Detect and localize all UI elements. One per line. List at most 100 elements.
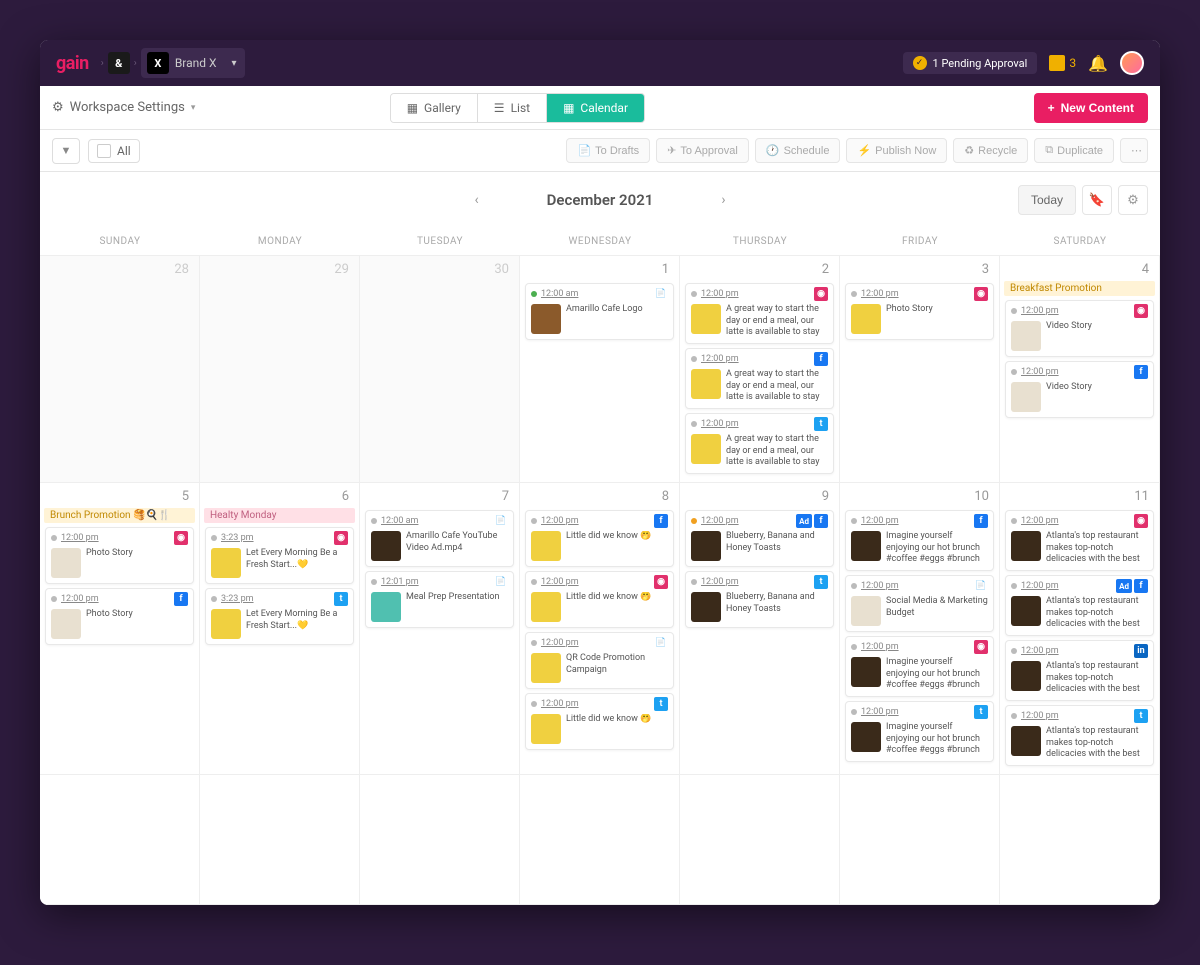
content-card[interactable]: 12:00 pm📄QR Code Promotion Campaign bbox=[525, 632, 674, 689]
promotion-bar[interactable]: Brunch Promotion 🥞🍳🍴 bbox=[44, 508, 195, 523]
day-of-week: TUESDAY bbox=[360, 228, 520, 255]
calendar-cell[interactable]: 30 bbox=[360, 256, 520, 483]
status-dot bbox=[851, 583, 857, 589]
next-month-button[interactable]: › bbox=[713, 188, 733, 212]
calendar-cell[interactable]: 5Brunch Promotion 🥞🍳🍴12:00 pm◉Photo Stor… bbox=[40, 483, 200, 775]
content-card[interactable]: 12:00 pmtLittle did we know 🤭 bbox=[525, 693, 674, 750]
filter-button[interactable]: ▼ bbox=[52, 138, 80, 164]
toolbar-action-schedule[interactable]: 🕐Schedule bbox=[755, 138, 841, 163]
promotion-bar[interactable]: Breakfast Promotion bbox=[1004, 281, 1155, 296]
content-card[interactable]: 12:00 pminAtlanta's top restaurant makes… bbox=[1005, 640, 1154, 701]
content-card[interactable]: 12:00 pmfVideo Story bbox=[1005, 361, 1154, 418]
avatar[interactable] bbox=[1120, 51, 1144, 75]
content-card[interactable]: 12:00 pm◉Video Story bbox=[1005, 300, 1154, 357]
bookmark-button[interactable]: 🔖 bbox=[1082, 185, 1112, 215]
content-card[interactable]: 12:00 am📄Amarillo Cafe Logo bbox=[525, 283, 674, 340]
today-button[interactable]: Today bbox=[1018, 185, 1076, 215]
toolbar-action-duplicate[interactable]: ⧉Duplicate bbox=[1034, 138, 1114, 163]
calendar-cell[interactable] bbox=[520, 775, 680, 905]
content-card[interactable]: 12:00 pmfImagine yourself enjoying our h… bbox=[845, 510, 994, 571]
facebook-icon: f bbox=[654, 514, 668, 528]
content-card[interactable]: 12:00 pmtBlueberry, Banana and Honey Toa… bbox=[685, 571, 834, 628]
pending-approval-badge[interactable]: ✓ 1 Pending Approval bbox=[903, 52, 1038, 74]
status-dot bbox=[691, 291, 697, 297]
card-time: 12:00 pm bbox=[1021, 581, 1059, 591]
status-dot bbox=[1011, 583, 1017, 589]
tasks-badge[interactable]: 3 bbox=[1049, 55, 1076, 71]
toolbar-action-recycle[interactable]: ♻Recycle bbox=[953, 138, 1028, 163]
calendar-cell[interactable] bbox=[840, 775, 1000, 905]
content-card[interactable]: 12:00 pm📄Social Media & Marketing Budget bbox=[845, 575, 994, 632]
calendar-cell[interactable]: 112:00 am📄Amarillo Cafe Logo bbox=[520, 256, 680, 483]
content-card[interactable]: 12:00 pmfPhoto Story bbox=[45, 588, 194, 645]
tab-gallery[interactable]: ▦Gallery bbox=[391, 94, 478, 122]
calendar-cell[interactable] bbox=[1000, 775, 1160, 905]
calendar-cell[interactable]: 312:00 pm◉Photo Story bbox=[840, 256, 1000, 483]
content-card[interactable]: 12:00 pm◉Imagine yourself enjoying our h… bbox=[845, 636, 994, 697]
content-card[interactable]: 12:00 pm◉Atlanta's top restaurant makes … bbox=[1005, 510, 1154, 571]
tab-calendar[interactable]: ▦Calendar bbox=[547, 94, 644, 122]
calendar-cell[interactable]: 212:00 pm◉A great way to start the day o… bbox=[680, 256, 840, 483]
thumbnail bbox=[691, 304, 721, 334]
calendar-grid: 282930112:00 am📄Amarillo Cafe Logo212:00… bbox=[40, 256, 1160, 905]
ad-icon: Ad bbox=[1116, 579, 1132, 593]
content-card[interactable]: 12:00 pmtA great way to start the day or… bbox=[685, 413, 834, 474]
calendar-cell[interactable]: 712:00 am📄Amarillo Cafe YouTube Video Ad… bbox=[360, 483, 520, 775]
more-button[interactable]: ⋯ bbox=[1120, 138, 1148, 163]
content-card[interactable]: 12:00 pmAdfBlueberry, Banana and Honey T… bbox=[685, 510, 834, 567]
status-dot bbox=[1011, 648, 1017, 654]
content-card[interactable]: 12:00 pmfLittle did we know 🤭 bbox=[525, 510, 674, 567]
content-card[interactable]: 12:00 pmfA great way to start the day or… bbox=[685, 348, 834, 409]
calendar-cell[interactable] bbox=[200, 775, 360, 905]
content-card[interactable]: 12:00 pm◉Photo Story bbox=[845, 283, 994, 340]
workspace-settings[interactable]: ⚙ Workspace Settings ▾ bbox=[52, 100, 195, 115]
calendar-cell[interactable]: 912:00 pmAdfBlueberry, Banana and Honey … bbox=[680, 483, 840, 775]
card-text: A great way to start the day or end a me… bbox=[726, 304, 828, 338]
toolbar: ▼ All 📄To Drafts✈To Approval🕐Schedule⚡Pu… bbox=[40, 130, 1160, 172]
promotion-bar[interactable]: Healty Monday bbox=[204, 508, 355, 523]
calendar-cell[interactable]: 1012:00 pmfImagine yourself enjoying our… bbox=[840, 483, 1000, 775]
content-card[interactable]: 12:00 pmtImagine yourself enjoying our h… bbox=[845, 701, 994, 762]
day-of-week-row: SUNDAYMONDAYTUESDAYWEDNESDAYTHURSDAYFRID… bbox=[40, 228, 1160, 256]
calendar-cell[interactable] bbox=[40, 775, 200, 905]
toolbar-action-publish-now[interactable]: ⚡Publish Now bbox=[846, 138, 947, 163]
content-card[interactable]: 3:23 pmtLet Every Morning Be a Fresh Sta… bbox=[205, 588, 354, 645]
instagram-icon: ◉ bbox=[814, 287, 828, 301]
plus-icon: + bbox=[1048, 101, 1055, 115]
calendar-cell[interactable]: 1112:00 pm◉Atlanta's top restaurant make… bbox=[1000, 483, 1160, 775]
day-number: 4 bbox=[1004, 260, 1155, 279]
card-time: 12:00 pm bbox=[541, 699, 579, 709]
tab-list[interactable]: ☰List bbox=[478, 94, 547, 122]
content-card[interactable]: 12:00 pm◉Photo Story bbox=[45, 527, 194, 584]
toolbar-action-to-drafts[interactable]: 📄To Drafts bbox=[566, 138, 650, 163]
brand-selector[interactable]: X Brand X bbox=[141, 48, 245, 78]
prev-month-button[interactable]: ‹ bbox=[466, 188, 486, 212]
calendar-cell[interactable]: 4 Breakfast Promotion 12:00 pm◉Video Story… bbox=[1000, 256, 1160, 483]
content-card[interactable]: 12:00 pm◉A great way to start the day or… bbox=[685, 283, 834, 344]
content-card[interactable]: 12:00 pmAdfAtlanta's top restaurant make… bbox=[1005, 575, 1154, 636]
settings-button[interactable]: ⚙ bbox=[1118, 185, 1148, 215]
toolbar-action-to-approval[interactable]: ✈To Approval bbox=[656, 138, 749, 163]
thumbnail bbox=[1011, 596, 1041, 626]
logo: gain bbox=[56, 53, 89, 74]
content-card[interactable]: 12:00 pmtAtlanta's top restaurant makes … bbox=[1005, 705, 1154, 766]
bell-icon[interactable]: 🔔 bbox=[1088, 54, 1108, 73]
content-card[interactable]: 12:00 am📄Amarillo Cafe YouTube Video Ad.… bbox=[365, 510, 514, 567]
calendar-cell[interactable]: 29 bbox=[200, 256, 360, 483]
card-time: 12:00 pm bbox=[861, 516, 899, 526]
thumbnail bbox=[531, 592, 561, 622]
status-dot bbox=[51, 535, 57, 541]
workspace-icon[interactable]: & bbox=[108, 52, 130, 74]
calendar-cell[interactable] bbox=[360, 775, 520, 905]
calendar-cell[interactable]: 812:00 pmfLittle did we know 🤭12:00 pm◉L… bbox=[520, 483, 680, 775]
select-all-checkbox[interactable]: All bbox=[88, 139, 140, 163]
content-card[interactable]: 12:00 pm◉Little did we know 🤭 bbox=[525, 571, 674, 628]
twitter-icon: t bbox=[334, 592, 348, 606]
calendar-cell[interactable]: 28 bbox=[40, 256, 200, 483]
instagram-icon: ◉ bbox=[1134, 304, 1148, 318]
calendar-cell[interactable]: 6Healty Monday3:23 pm◉Let Every Morning … bbox=[200, 483, 360, 775]
new-content-button[interactable]: + New Content bbox=[1034, 93, 1148, 123]
content-card[interactable]: 12:01 pm📄Meal Prep Presentation bbox=[365, 571, 514, 628]
content-card[interactable]: 3:23 pm◉Let Every Morning Be a Fresh Sta… bbox=[205, 527, 354, 584]
calendar-cell[interactable] bbox=[680, 775, 840, 905]
